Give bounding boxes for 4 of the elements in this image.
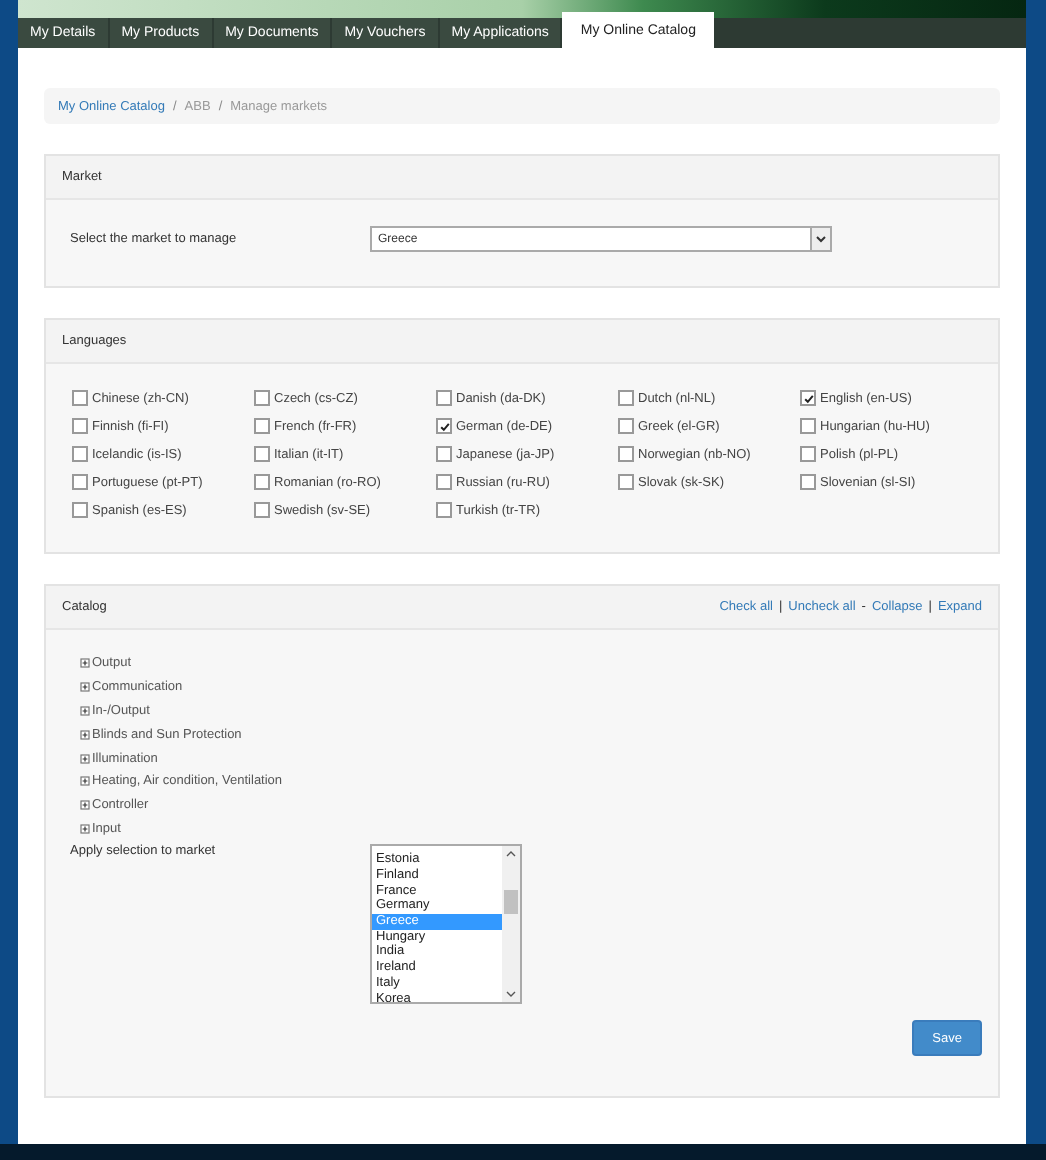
checkmark-icon — [803, 393, 813, 403]
scrollbar[interactable] — [502, 846, 520, 1003]
checkmark-icon — [439, 421, 449, 431]
caret-icon — [810, 228, 830, 250]
